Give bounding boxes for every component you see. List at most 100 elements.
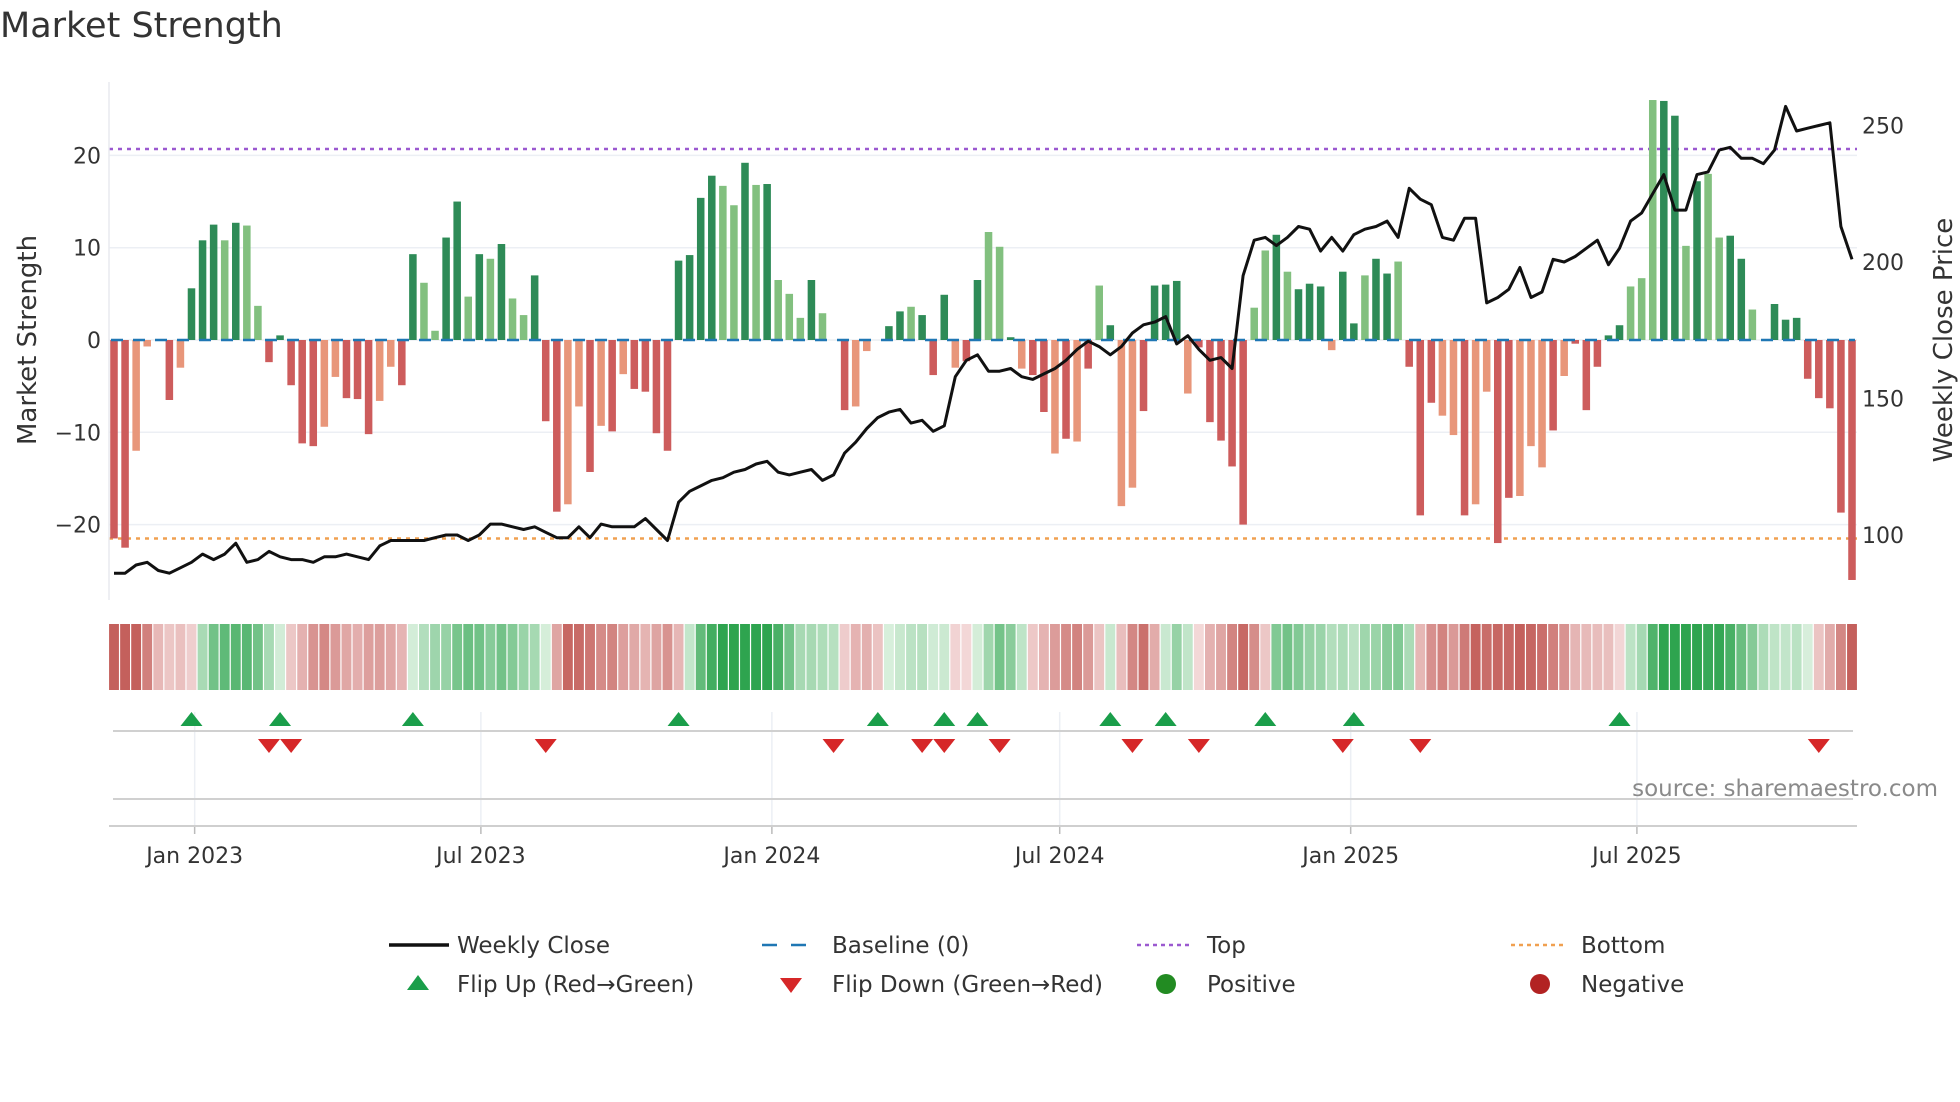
- strength-bar: [807, 280, 816, 340]
- strength-bar: [1648, 100, 1657, 341]
- heat-strip-cell: [1216, 624, 1226, 690]
- strength-bar: [785, 293, 794, 340]
- strength-heat-strip: [109, 624, 1857, 690]
- heat-strip-cell: [717, 624, 728, 690]
- y-axis-title: Market Strength: [13, 235, 43, 445]
- heat-strip-cell: [208, 624, 219, 690]
- strength-bar: [298, 340, 306, 444]
- y2-tick-label: 100: [1862, 524, 1904, 549]
- strength-bar: [1283, 271, 1292, 340]
- strength-bar: [1726, 235, 1734, 340]
- x-tick-label: Jul 2024: [1013, 844, 1105, 869]
- strength-bar: [1128, 340, 1137, 488]
- heat-strip-cell: [1016, 624, 1027, 690]
- heat-strip-cell: [1526, 624, 1536, 690]
- heat-strip-cell: [1647, 624, 1658, 690]
- strength-bar: [1095, 285, 1103, 340]
- flip-up-marker: [1254, 712, 1277, 726]
- strength-bar: [464, 296, 473, 340]
- strength-bar: [973, 280, 982, 340]
- strength-bar: [1438, 340, 1447, 416]
- flip-down-marker: [257, 739, 280, 753]
- heat-strip-cell: [1238, 624, 1249, 690]
- strength-bar: [243, 225, 251, 340]
- strength-bar: [1815, 340, 1823, 399]
- heat-strip-cell: [1570, 624, 1581, 690]
- strength-bar: [364, 340, 373, 435]
- strength-bar: [1482, 340, 1491, 392]
- heat-strip-cell: [1005, 624, 1016, 690]
- heat-strip-cell: [917, 624, 928, 690]
- heat-strip-cell: [1271, 624, 1282, 690]
- heat-strip-cell: [1293, 624, 1304, 690]
- strength-bar: [741, 162, 749, 340]
- heat-strip-cell: [540, 624, 551, 690]
- strength-bar: [1837, 340, 1845, 513]
- legend-label: Bottom: [1581, 933, 1665, 959]
- heat-strip-cell: [1205, 624, 1215, 690]
- circle-icon: [1156, 974, 1176, 994]
- heat-strip-cell: [1703, 624, 1714, 690]
- strength-bar: [840, 340, 849, 411]
- heat-strip-cell: [1426, 624, 1437, 690]
- strength-bar: [1637, 278, 1646, 340]
- y-tick-label: −20: [55, 514, 101, 539]
- heat-strip-cell: [374, 624, 385, 690]
- heat-strip-cell: [994, 624, 1005, 690]
- strength-bar: [353, 340, 362, 400]
- heat-strip-cell: [751, 624, 761, 690]
- heat-strip-cell: [1614, 624, 1625, 690]
- strength-bar: [1372, 258, 1380, 340]
- heat-strip-cell: [529, 624, 540, 690]
- y-tick-label: 10: [73, 237, 101, 262]
- heat-strip-cell: [1437, 624, 1448, 690]
- strength-bar: [1792, 317, 1801, 340]
- heat-strip-cell: [297, 624, 308, 690]
- strength-bar: [1117, 340, 1126, 507]
- heat-strip-cell: [1847, 624, 1857, 690]
- legend-label: Negative: [1581, 972, 1684, 998]
- strength-bar: [342, 340, 351, 399]
- strength-bar: [685, 255, 694, 340]
- heat-strip-cell: [252, 624, 263, 690]
- strength-bar: [995, 246, 1004, 340]
- heat-strip-cell: [186, 624, 197, 690]
- heat-strip-cell: [1116, 624, 1127, 690]
- heat-strip-cell: [1193, 624, 1204, 690]
- heat-strip-cell: [352, 624, 363, 690]
- strength-bar: [309, 340, 318, 447]
- strength-bar: [619, 340, 627, 375]
- strength-bar: [287, 340, 295, 386]
- heat-strip-cell: [241, 624, 252, 690]
- triangle-up-icon: [407, 975, 429, 990]
- strength-bar: [1150, 285, 1159, 340]
- triangle-down-icon: [780, 978, 802, 993]
- strength-bar: [1538, 340, 1546, 468]
- strength-bar: [1560, 340, 1568, 376]
- heat-strip-cell: [983, 624, 994, 690]
- heat-strip-cell: [1282, 624, 1293, 690]
- strength-bar: [1493, 340, 1502, 544]
- y-tick-label: −10: [55, 421, 101, 446]
- heat-strip-cell: [784, 624, 795, 690]
- heat-strip-cell: [1127, 624, 1138, 690]
- strength-bar: [1781, 319, 1790, 340]
- heat-strip-cell: [319, 624, 330, 690]
- heat-strip-cell: [640, 624, 651, 690]
- strength-bar: [1217, 340, 1225, 441]
- x-tick-label: Jul 2025: [1590, 844, 1682, 869]
- heat-strip-cell: [1736, 624, 1747, 690]
- strength-bar: [1350, 323, 1358, 340]
- heat-strip-cell: [673, 624, 684, 690]
- heat-strip-cell: [452, 624, 463, 690]
- heat-strip-cell: [607, 624, 618, 690]
- strength-bar: [586, 340, 594, 472]
- heat-strip-cell: [1802, 624, 1813, 690]
- heat-strip-cell: [286, 624, 297, 690]
- heat-strip-cell: [1548, 624, 1559, 690]
- strength-bar: [918, 315, 926, 340]
- heat-strip-cell: [1138, 624, 1149, 690]
- heat-strip-cell: [1636, 624, 1647, 690]
- strength-bar: [209, 224, 218, 340]
- heat-strip-cell: [1692, 624, 1702, 690]
